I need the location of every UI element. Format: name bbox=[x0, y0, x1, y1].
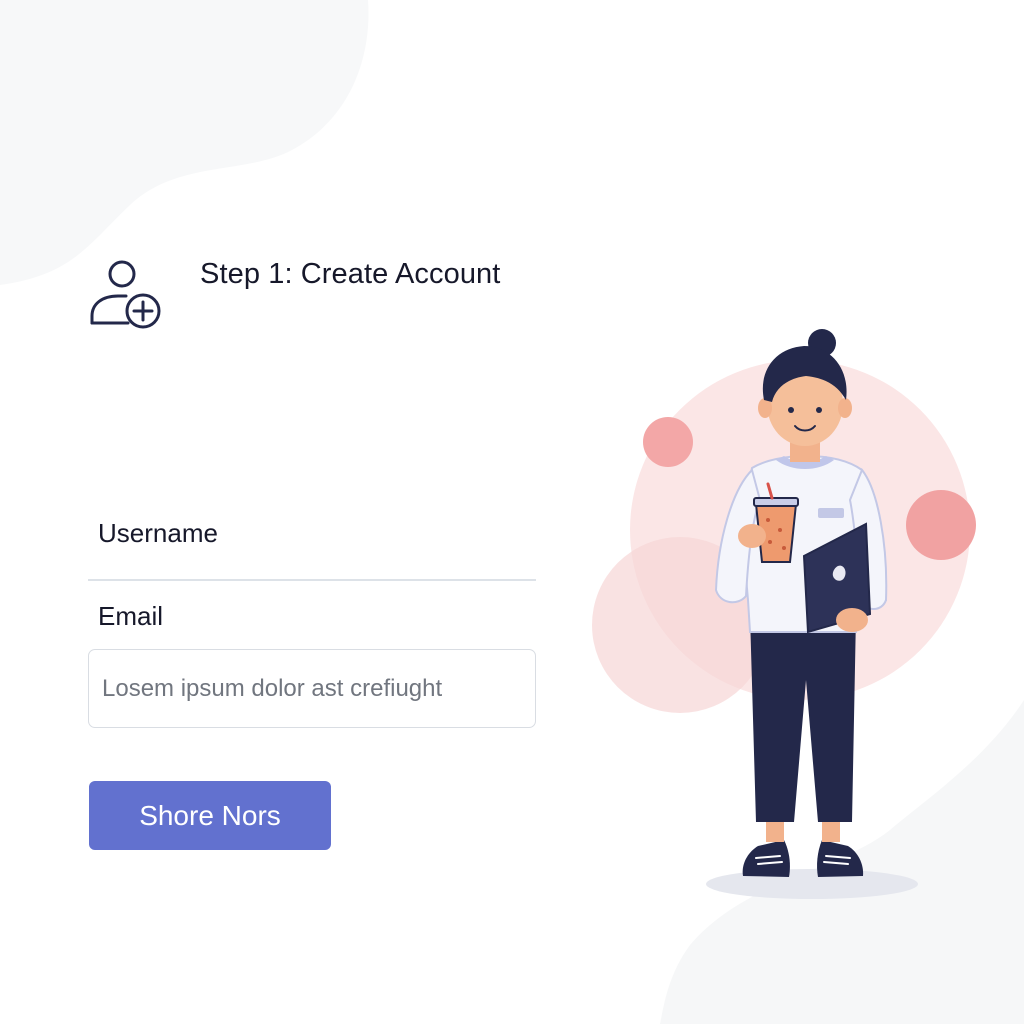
signup-page: Step 1: Create Account Username Email Sh… bbox=[0, 0, 1024, 1024]
submit-button[interactable]: Shore Nors bbox=[89, 781, 331, 850]
pink-small-circle bbox=[643, 417, 693, 467]
username-label: Username bbox=[98, 518, 218, 548]
add-user-icon bbox=[90, 260, 161, 329]
ground-shadow bbox=[706, 869, 918, 899]
pink-medium-circle bbox=[906, 490, 976, 560]
page-title: Step 1: Create Account bbox=[200, 258, 501, 290]
username-field[interactable] bbox=[88, 579, 536, 581]
email-label: Email bbox=[98, 601, 164, 631]
email-field[interactable] bbox=[88, 649, 536, 728]
person-illustration bbox=[592, 329, 976, 899]
